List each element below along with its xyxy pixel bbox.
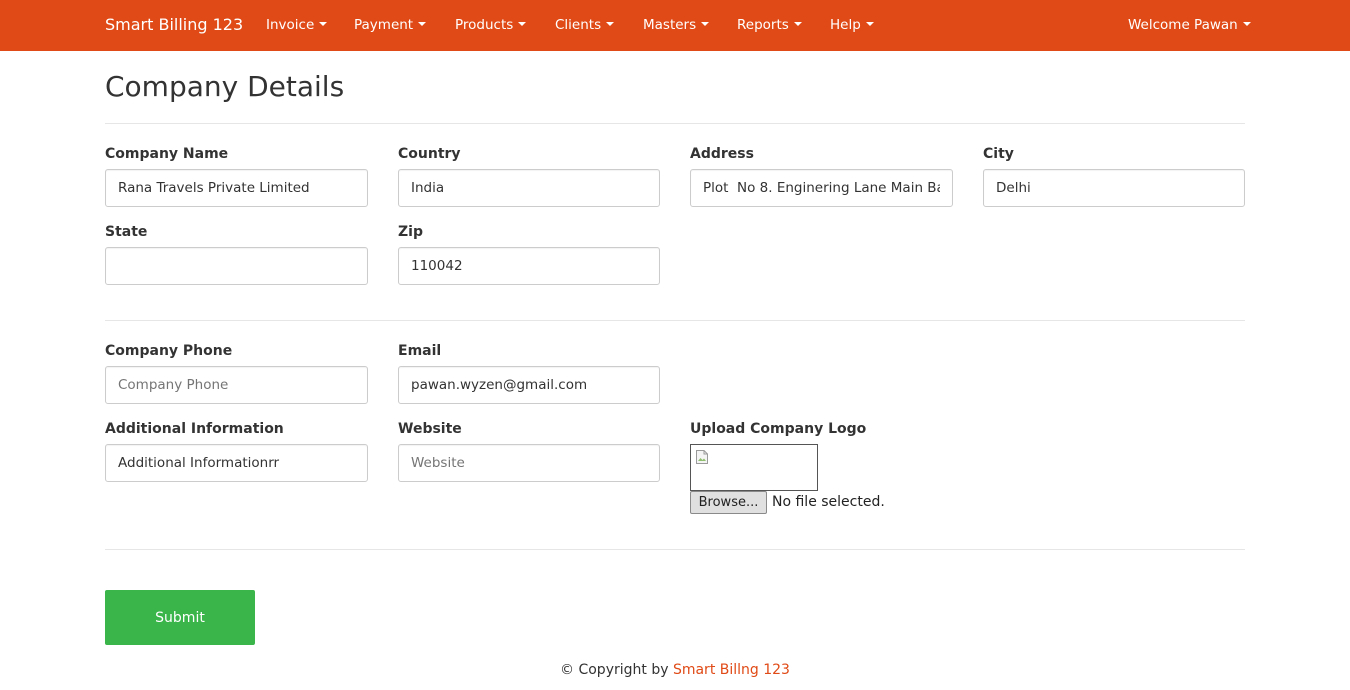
user-menu[interactable]: Welcome Pawan — [1128, 17, 1251, 33]
divider — [105, 123, 1245, 124]
state-input[interactable] — [105, 247, 368, 285]
divider — [105, 320, 1245, 321]
nav-help-menu[interactable]: Help — [830, 17, 874, 33]
nav-label: Masters — [643, 17, 697, 33]
zip-label: Zip — [398, 224, 423, 240]
submit-button[interactable]: Submit — [105, 590, 255, 645]
caret-down-icon — [518, 22, 527, 26]
nav-products-menu[interactable]: Products — [455, 17, 527, 33]
caret-down-icon — [793, 22, 802, 26]
website-input[interactable] — [398, 444, 660, 482]
file-status-text: No file selected. — [772, 494, 885, 510]
nav-label: Reports — [737, 17, 789, 33]
city-input[interactable] — [983, 169, 1245, 207]
nav-payment-menu[interactable]: Payment — [354, 17, 427, 33]
caret-down-icon — [1242, 22, 1251, 26]
nav-label: Help — [830, 17, 861, 33]
page-title: Company Details — [105, 70, 345, 103]
email-input[interactable] — [398, 366, 660, 404]
nav-label: Payment — [354, 17, 414, 33]
upload-logo-label: Upload Company Logo — [690, 421, 867, 437]
email-label: Email — [398, 343, 442, 359]
nav-label: Clients — [555, 17, 602, 33]
nav-invoice-menu[interactable]: Invoice — [266, 17, 328, 33]
company-name-label: Company Name — [105, 146, 229, 162]
nav-reports-menu[interactable]: Reports — [737, 17, 802, 33]
company-name-input[interactable] — [105, 169, 368, 207]
broken-image-icon — [696, 450, 708, 464]
address-input[interactable] — [690, 169, 953, 207]
browse-button[interactable]: Browse... — [690, 491, 767, 514]
nav-label: Products — [455, 17, 514, 33]
country-label: Country — [398, 146, 461, 162]
company-phone-label: Company Phone — [105, 343, 233, 359]
caret-down-icon — [319, 22, 328, 26]
nav-masters-menu[interactable]: Masters — [643, 17, 710, 33]
caret-down-icon — [701, 22, 710, 26]
state-label: State — [105, 224, 148, 240]
user-greeting: Welcome Pawan — [1128, 17, 1238, 33]
top-navbar: Smart Billing 123 Invoice Payment Produc… — [0, 0, 1350, 51]
zip-input[interactable] — [398, 247, 660, 285]
footer-brand-link[interactable]: Smart Billng 123 — [673, 662, 790, 678]
caret-down-icon — [865, 22, 874, 26]
divider — [105, 549, 1245, 550]
copyright-text: © Copyright by — [560, 662, 669, 678]
footer: © Copyright by Smart Billng 123 — [0, 662, 1350, 678]
caret-down-icon — [606, 22, 615, 26]
logo-preview — [690, 444, 818, 491]
city-label: City — [983, 146, 1014, 162]
address-label: Address — [690, 146, 754, 162]
additional-info-input[interactable] — [105, 444, 368, 482]
caret-down-icon — [418, 22, 427, 26]
country-input[interactable] — [398, 169, 660, 207]
company-phone-input[interactable] — [105, 366, 368, 404]
additional-info-label: Additional Information — [105, 421, 284, 437]
nav-clients-menu[interactable]: Clients — [555, 17, 615, 33]
brand-link[interactable]: Smart Billing 123 — [105, 15, 243, 34]
website-label: Website — [398, 421, 462, 437]
nav-label: Invoice — [266, 17, 315, 33]
